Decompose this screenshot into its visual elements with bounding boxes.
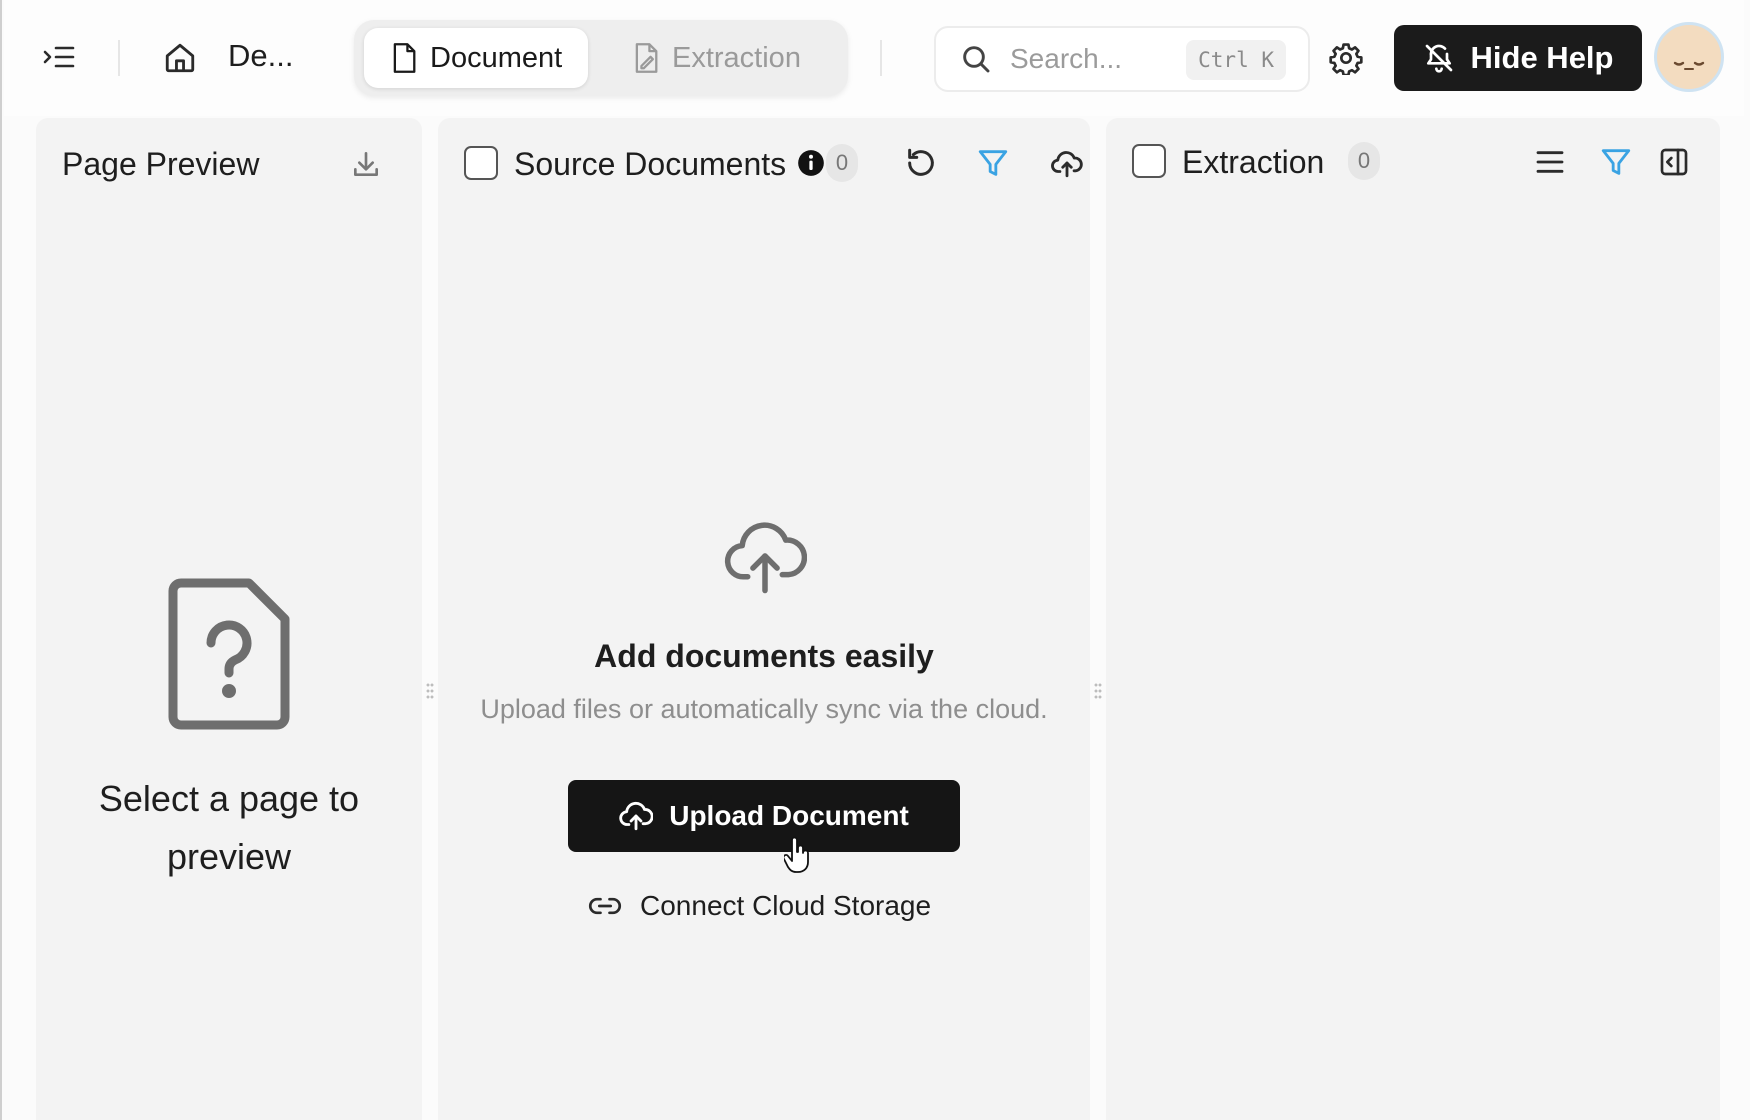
connect-cloud-storage-link[interactable]: Connect Cloud Storage — [588, 884, 931, 928]
filter-icon[interactable] — [1594, 140, 1638, 184]
connect-cloud-storage-label: Connect Cloud Storage — [640, 890, 932, 921]
home-icon[interactable] — [158, 36, 202, 80]
sidebar-toggle-icon[interactable] — [34, 36, 84, 80]
page-preview-panel: Page Preview Select a page to preview — [36, 118, 422, 1120]
top-bar: De... Document Extraction Ctrl K — [4, 0, 1744, 116]
empty-state-title: Add documents easily — [594, 638, 934, 674]
select-all-checkbox[interactable] — [464, 146, 498, 180]
extraction-icon — [635, 43, 658, 73]
panel-title: Source Documents — [514, 146, 787, 182]
upload-document-button[interactable]: Upload Document — [568, 780, 960, 852]
refresh-icon[interactable] — [900, 142, 942, 184]
tab-extraction-label: Extraction — [672, 41, 801, 74]
tab-document-label: Document — [430, 41, 563, 74]
empty-preview-message: Select a page to preview — [98, 778, 360, 877]
tab-extraction[interactable]: Extraction — [624, 28, 824, 88]
document-icon — [393, 43, 416, 73]
resize-handle[interactable] — [1094, 682, 1102, 700]
bell-off-icon — [1425, 44, 1452, 73]
avatar[interactable] — [1654, 22, 1724, 92]
menu-icon[interactable] — [1528, 140, 1572, 184]
hide-help-button[interactable]: Hide Help — [1394, 25, 1642, 91]
divider — [118, 40, 120, 76]
cloud-upload-icon — [619, 802, 654, 831]
pointer-cursor-icon — [784, 836, 809, 873]
filter-icon[interactable] — [972, 142, 1014, 184]
extraction-panel — [1106, 118, 1720, 1120]
panel-title: Page Preview — [62, 146, 260, 182]
source-documents-panel — [438, 118, 1090, 1120]
cloud-upload-icon — [720, 516, 810, 596]
divider — [880, 40, 882, 76]
app-window: De... Document Extraction Ctrl K — [0, 0, 1750, 1120]
info-icon[interactable] — [796, 148, 826, 178]
hide-help-label: Hide Help — [1470, 40, 1614, 75]
search-input[interactable] — [1010, 43, 1200, 75]
empty-state-subtitle: Upload files or automatically sync via t… — [480, 694, 1048, 724]
search-icon — [963, 46, 990, 73]
resize-handle[interactable] — [426, 682, 434, 700]
link-icon — [588, 897, 622, 915]
cloud-upload-icon[interactable] — [1046, 142, 1088, 184]
shortcut-hint: Ctrl K — [1186, 40, 1286, 80]
file-question-icon — [164, 574, 294, 734]
tab-document[interactable]: Document — [364, 28, 588, 88]
count-badge: 0 — [826, 144, 858, 182]
panel-title: Extraction — [1182, 144, 1325, 180]
select-all-checkbox[interactable] — [1132, 144, 1166, 178]
view-switcher: Document Extraction — [354, 20, 848, 96]
breadcrumb[interactable]: De... — [228, 38, 293, 74]
download-icon[interactable] — [346, 144, 386, 184]
gear-icon[interactable] — [1324, 36, 1368, 80]
upload-document-label: Upload Document — [669, 800, 909, 831]
search-box[interactable]: Ctrl K — [934, 26, 1310, 92]
panel-collapse-icon[interactable] — [1652, 140, 1696, 184]
count-badge: 0 — [1348, 142, 1380, 180]
